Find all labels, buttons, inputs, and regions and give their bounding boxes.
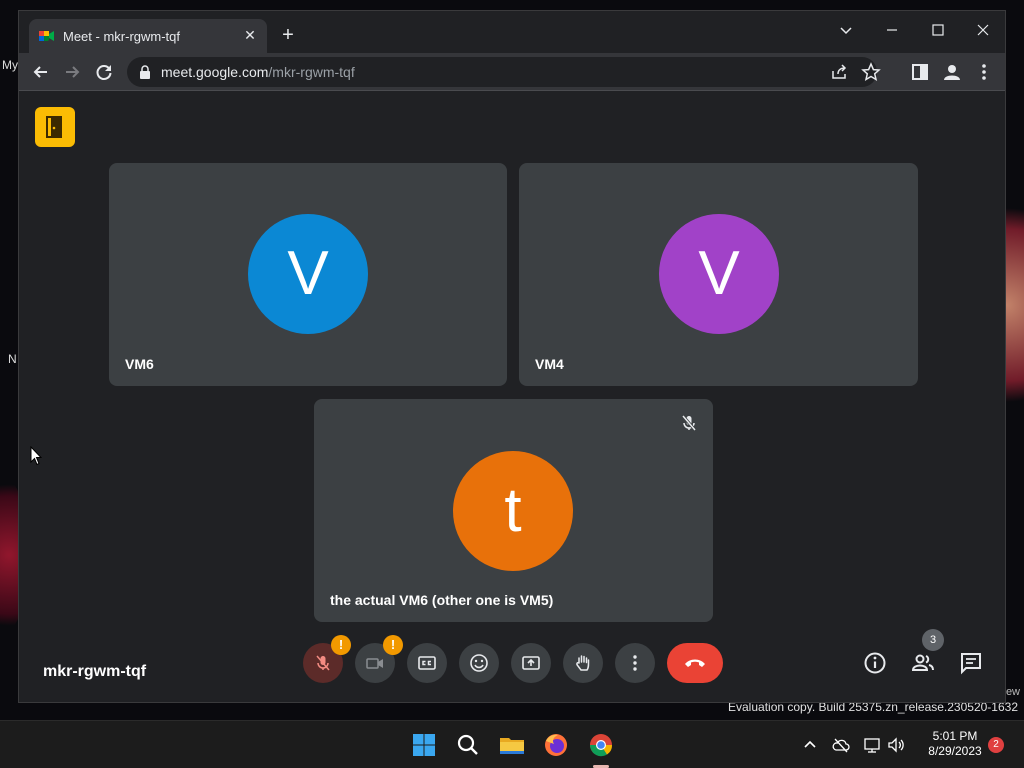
more-options-button[interactable] — [615, 643, 655, 683]
chevron-up-icon[interactable] — [800, 735, 820, 755]
menu-dots-icon[interactable] — [973, 61, 995, 83]
participant-tile[interactable]: V VM4 — [519, 163, 918, 386]
bookmark-star-icon[interactable] — [861, 62, 881, 82]
hand-icon — [576, 655, 590, 671]
url-text[interactable]: meet.google.com/mkr-rgwm-tqf — [161, 64, 355, 80]
system-clock[interactable]: 5:01 PM 8/29/2023 — [920, 729, 990, 759]
tab-meet[interactable]: Meet - mkr-rgwm-tqf ✕ — [29, 19, 267, 53]
mic-off-icon — [681, 415, 697, 431]
participant-name: the actual VM6 (other one is VM5) — [330, 592, 554, 608]
network-icon[interactable] — [862, 735, 882, 755]
tab-close-icon[interactable]: ✕ — [241, 26, 259, 44]
windows-start-icon[interactable] — [408, 729, 440, 761]
volume-icon[interactable] — [886, 735, 906, 755]
chrome-icon[interactable] — [585, 729, 617, 761]
participant-tile[interactable]: t the actual VM6 (other one is VM5) — [314, 399, 713, 622]
profile-icon[interactable] — [941, 61, 963, 83]
meeting-code: mkr-rgwm-tqf — [43, 663, 147, 680]
meeting-info-icon[interactable] — [862, 650, 888, 676]
microphone-button[interactable]: ! — [303, 635, 351, 683]
desktop-icon-label[interactable]: My — [2, 58, 18, 72]
tab-strip: Meet - mkr-rgwm-tqf ✕ + — [19, 11, 1005, 53]
minimize-icon[interactable] — [872, 17, 912, 43]
meet-favicon-icon — [39, 31, 54, 41]
desktop-icon-label[interactable]: N — [8, 352, 17, 366]
file-explorer-icon[interactable] — [496, 729, 528, 761]
clock-time: 5:01 PM — [932, 729, 978, 743]
avatar: t — [453, 451, 573, 571]
address-bar[interactable]: meet.google.com/mkr-rgwm-tqf — [127, 57, 881, 87]
captions-button[interactable] — [407, 643, 447, 683]
meet-page: V VM6 V VM4 t the actual VM6 (other one … — [19, 92, 1005, 702]
avatar: V — [659, 214, 779, 334]
onedrive-offline-icon[interactable] — [831, 735, 851, 755]
search-icon[interactable] — [452, 729, 484, 761]
side-panel-icon[interactable] — [909, 61, 931, 83]
forward-icon[interactable] — [59, 59, 85, 85]
breakout-door-button[interactable] — [35, 107, 75, 147]
lock-icon[interactable] — [139, 65, 151, 79]
raise-hand-button[interactable] — [563, 643, 603, 683]
participant-count-badge: 3 — [922, 629, 944, 651]
emoji-icon — [470, 654, 488, 672]
camera-button[interactable]: ! — [355, 635, 403, 683]
browser-window: Meet - mkr-rgwm-tqf ✕ + meet.google.com/… — [18, 10, 1006, 703]
tab-search-icon[interactable] — [826, 17, 866, 43]
back-icon[interactable] — [28, 59, 54, 85]
participant-tile[interactable]: V VM6 — [109, 163, 507, 386]
door-icon — [46, 116, 62, 138]
notification-badge[interactable]: 2 — [988, 737, 1004, 753]
desktop-label-fragment: ew — [1005, 686, 1020, 698]
reactions-button[interactable] — [459, 643, 499, 683]
browser-toolbar: meet.google.com/mkr-rgwm-tqf — [19, 53, 1005, 91]
mic-off-icon — [316, 655, 330, 671]
warning-badge: ! — [331, 635, 351, 655]
camera-off-icon — [366, 658, 383, 669]
close-window-icon[interactable] — [963, 17, 1003, 43]
leave-call-button[interactable] — [667, 643, 723, 683]
more-vert-icon — [633, 655, 637, 671]
people-icon[interactable] — [910, 650, 936, 676]
avatar: V — [248, 214, 368, 334]
firefox-icon[interactable] — [540, 729, 572, 761]
participant-name: VM4 — [535, 356, 564, 372]
present-icon — [522, 656, 540, 670]
maximize-icon[interactable] — [918, 17, 958, 43]
new-tab-button[interactable]: + — [277, 25, 299, 47]
tab-title: Meet - mkr-rgwm-tqf — [63, 29, 180, 44]
warning-badge: ! — [383, 635, 403, 655]
taskbar: 5:01 PM 8/29/2023 2 — [0, 720, 1024, 768]
mouse-cursor-icon — [30, 446, 42, 466]
captions-icon — [418, 656, 436, 670]
chat-icon[interactable] — [958, 650, 984, 676]
hang-up-icon — [685, 659, 705, 667]
share-icon[interactable] — [829, 62, 849, 82]
participant-name: VM6 — [125, 356, 154, 372]
reload-icon[interactable] — [91, 59, 117, 85]
clock-date: 8/29/2023 — [928, 744, 982, 758]
present-screen-button[interactable] — [511, 643, 551, 683]
